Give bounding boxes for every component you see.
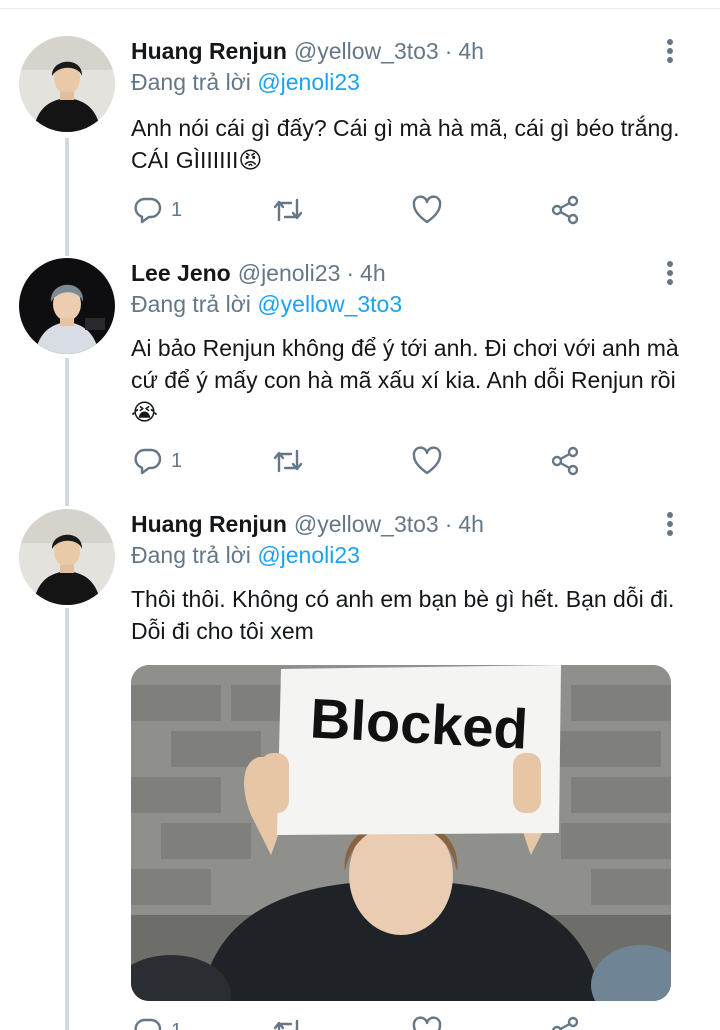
reply-count: 1 [171, 198, 183, 221]
tweet-text: Thôi thôi. Không có anh em bạn bè gì hết… [131, 586, 675, 644]
retweet-icon [273, 449, 303, 473]
display-name[interactable]: Huang Renjun [131, 511, 287, 538]
reply-button[interactable]: 1 [133, 1015, 182, 1030]
replying-to-handle[interactable]: @yellow_3to3 [257, 291, 402, 317]
profile-photo [19, 509, 115, 605]
blocked-sign-photo: Blocked [131, 665, 671, 1001]
top-divider [0, 8, 720, 9]
tweet-header: Huang Renjun @yellow_3to3 · 4h [131, 34, 484, 68]
like-icon [412, 195, 442, 224]
tweet[interactable]: Lee Jeno @jenoli23 · 4h Đang trả lời @ye… [0, 256, 720, 486]
display-name[interactable]: Huang Renjun [131, 38, 287, 65]
reply-icon [134, 1018, 162, 1030]
tweet-header: Lee Jeno @jenoli23 · 4h [131, 256, 386, 290]
more-options-icon[interactable] [660, 509, 680, 539]
timestamp[interactable]: 4h [360, 260, 386, 287]
share-icon [551, 195, 579, 225]
replying-to-label: Đang trả lời [131, 69, 251, 95]
replying-to-label: Đang trả lời [131, 542, 251, 568]
tweet-header: Huang Renjun @yellow_3to3 · 4h [131, 507, 484, 541]
like-button[interactable] [411, 1015, 443, 1030]
tweet-actions: 1 [131, 1015, 591, 1030]
reply-button[interactable]: 1 [133, 445, 182, 477]
more-options-icon[interactable] [660, 258, 680, 288]
reply-count: 1 [171, 449, 183, 472]
retweet-icon [273, 198, 303, 222]
avatar[interactable] [19, 509, 115, 605]
retweet-icon [273, 1019, 299, 1030]
reply-button[interactable]: 1 [133, 194, 182, 226]
replying-to: Đang trả lời @jenoli23 [131, 542, 360, 569]
separator-dot: · [346, 259, 355, 286]
retweet-button[interactable] [271, 1015, 305, 1030]
share-button[interactable] [549, 445, 581, 477]
avatar[interactable] [19, 36, 115, 132]
timestamp[interactable]: 4h [458, 38, 484, 65]
reply-count: 1 [171, 1020, 182, 1030]
separator-dot: · [444, 37, 453, 64]
tweet-text: Ai bảo Renjun không để ý tới anh. Đi chơ… [131, 335, 679, 425]
profile-photo [19, 258, 115, 354]
share-icon [551, 446, 579, 476]
share-button[interactable] [549, 1015, 581, 1030]
replying-to-handle[interactable]: @jenoli23 [257, 542, 360, 568]
reply-icon [134, 197, 162, 224]
share-icon [551, 1016, 579, 1030]
profile-photo [19, 36, 115, 132]
username[interactable]: @yellow_3to3 [294, 38, 439, 65]
sign-text: Blocked [309, 686, 530, 760]
username[interactable]: @jenoli23 [238, 260, 341, 287]
display-name[interactable]: Lee Jeno [131, 260, 231, 287]
replying-to-handle[interactable]: @jenoli23 [257, 69, 360, 95]
tweet-actions: 1 [131, 445, 591, 477]
timestamp[interactable]: 4h [458, 511, 484, 538]
avatar[interactable] [19, 258, 115, 354]
username[interactable]: @yellow_3to3 [294, 511, 439, 538]
tweet[interactable]: Huang Renjun @yellow_3to3 · 4h Đang trả … [0, 34, 720, 234]
retweet-button[interactable] [271, 445, 305, 477]
tweet-actions: 1 [131, 194, 591, 226]
like-button[interactable] [411, 445, 443, 477]
more-options-icon[interactable] [660, 36, 680, 66]
replying-to-label: Đang trả lời [131, 291, 251, 317]
tweet[interactable]: Huang Renjun @yellow_3to3 · 4h Đang trả … [0, 507, 720, 1030]
like-icon [412, 1016, 442, 1030]
retweet-button[interactable] [271, 194, 305, 226]
separator-dot: · [444, 510, 453, 537]
share-button[interactable] [549, 194, 581, 226]
replying-to: Đang trả lời @yellow_3to3 [131, 291, 402, 318]
tweet-media-image[interactable]: Blocked [131, 665, 671, 1001]
like-button[interactable] [411, 194, 443, 226]
tweet-text: Anh nói cái gì đấy? Cái gì mà hà mã, cái… [131, 115, 680, 173]
reply-icon [134, 448, 162, 475]
like-icon [412, 446, 442, 475]
replying-to: Đang trả lời @jenoli23 [131, 69, 360, 96]
